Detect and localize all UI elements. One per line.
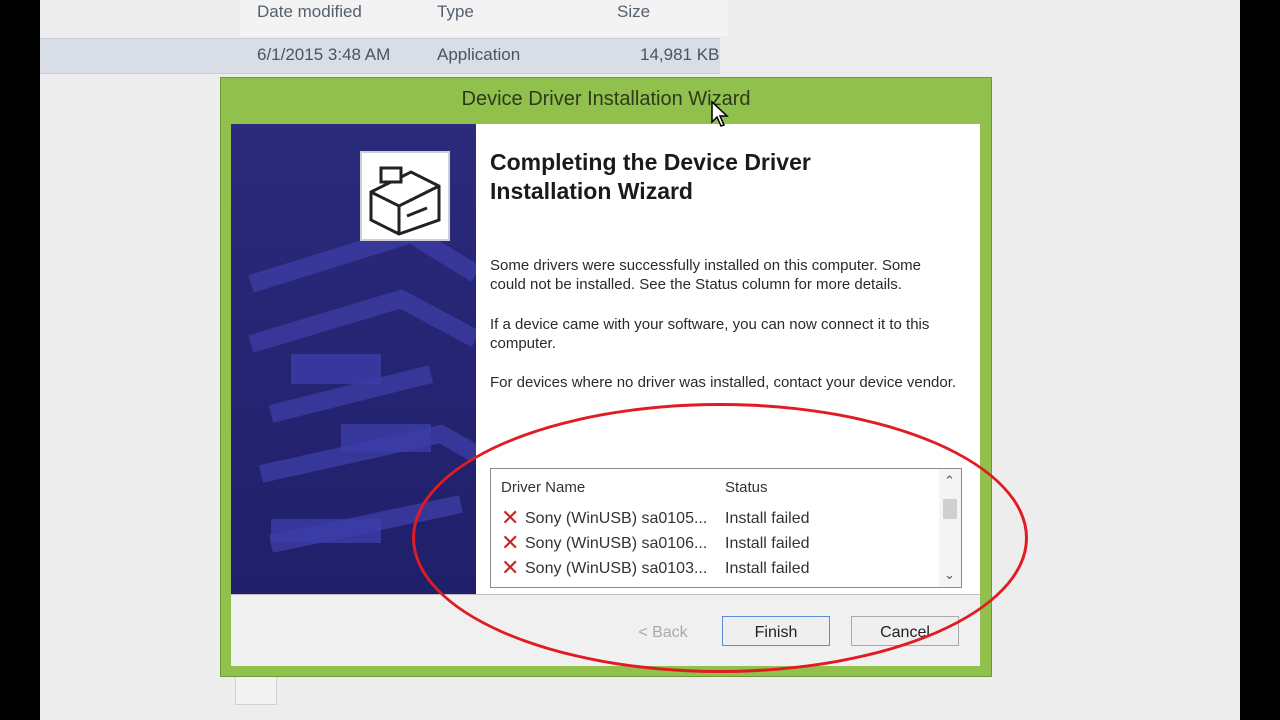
status-message: Some drivers were successfully installed… <box>490 257 922 293</box>
heading-line-1: Completing the Device Driver <box>490 149 811 175</box>
file-type: Application <box>437 45 521 64</box>
column-size[interactable]: Size <box>617 2 650 22</box>
highlight-circle <box>412 403 1028 673</box>
heading-line-2: Installation Wizard <box>490 178 693 204</box>
connect-device-message: If a device came with your software, you… <box>490 316 930 352</box>
file-size: 14,981 KB <box>640 45 720 64</box>
file-row[interactable]: 6/1/2015 3:48 AM Application 14,981 KB <box>40 38 720 74</box>
column-date-modified[interactable]: Date modified <box>257 2 362 22</box>
contact-vendor-message: For devices where no driver was installe… <box>490 374 957 391</box>
wizard-title[interactable]: Device Driver Installation Wizard <box>221 88 991 111</box>
file-date-modified: 6/1/2015 3:48 AM <box>257 45 391 64</box>
file-list-header: Date modified Type Size <box>240 0 728 36</box>
mouse-cursor-icon <box>711 100 729 127</box>
column-type[interactable]: Type <box>437 2 474 22</box>
wizard-heading: Completing the Device Driver Installatio… <box>490 148 960 206</box>
